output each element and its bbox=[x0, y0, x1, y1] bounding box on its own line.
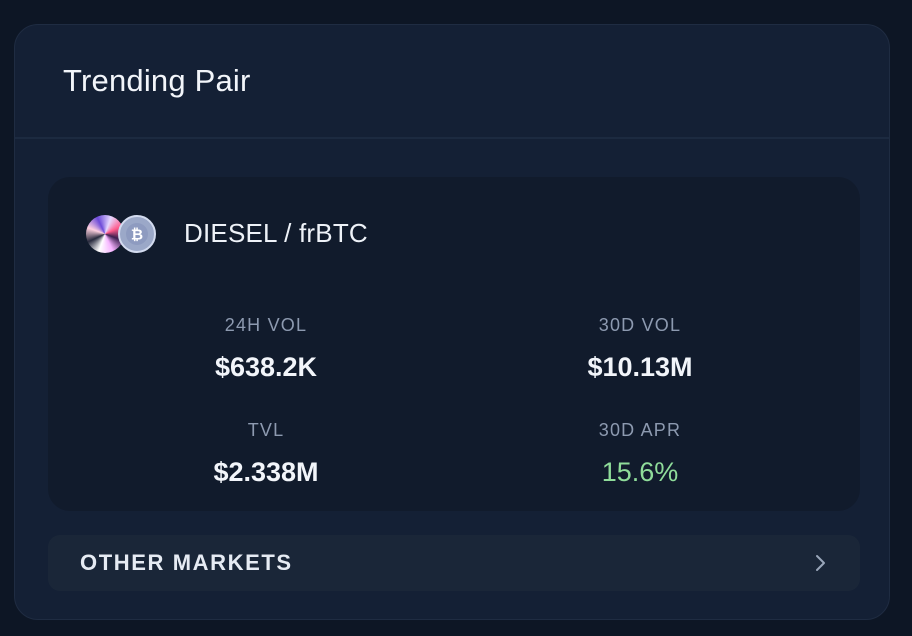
stat-label: TVL bbox=[247, 420, 285, 440]
stat-value: $10.13M bbox=[587, 352, 693, 382]
trending-pair-card: Trending Pair ₿ DIESEL / frBTC 24H VOL $… bbox=[14, 24, 890, 620]
stat-tvl: TVL $2.338M bbox=[136, 420, 396, 488]
pair-token-icons: ₿ bbox=[86, 213, 160, 253]
stat-label: 24H VOL bbox=[224, 315, 308, 335]
stat-value: $638.2K bbox=[214, 352, 318, 382]
pair-header: ₿ DIESEL / frBTC bbox=[86, 213, 368, 253]
svg-text:₿: ₿ bbox=[131, 226, 143, 244]
stat-value: $2.338M bbox=[213, 457, 319, 487]
pair-name: DIESEL / frBTC bbox=[184, 217, 368, 248]
bitcoin-icon: ₿ bbox=[118, 215, 156, 253]
pair-panel[interactable]: ₿ DIESEL / frBTC 24H VOL $638.2K 30D VOL… bbox=[48, 177, 860, 511]
stat-30d-apr: 30D APR 15.6% bbox=[510, 420, 770, 488]
stat-label: 30D APR bbox=[598, 420, 682, 440]
other-markets-label: OTHER MARKETS bbox=[80, 550, 293, 575]
stat-label: 30D VOL bbox=[598, 315, 682, 335]
chevron-right-icon bbox=[814, 554, 826, 572]
stat-24h-volume: 24H VOL $638.2K bbox=[136, 315, 396, 383]
other-markets-button[interactable]: OTHER MARKETS bbox=[48, 535, 860, 591]
stat-30d-volume: 30D VOL $10.13M bbox=[510, 315, 770, 383]
card-header: Trending Pair bbox=[15, 25, 889, 139]
stat-value-apr: 15.6% bbox=[601, 457, 679, 487]
card-title: Trending Pair bbox=[63, 63, 251, 98]
